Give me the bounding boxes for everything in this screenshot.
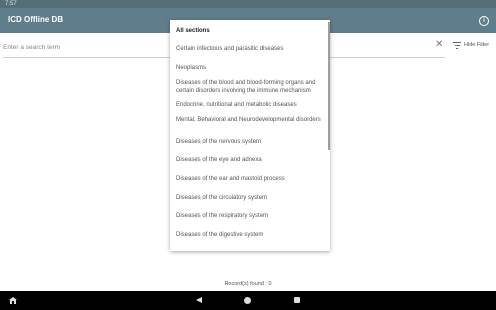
info-icon[interactable]: i xyxy=(479,16,489,26)
dropdown-item[interactable]: Endocrine, nutritional and metabolic dis… xyxy=(176,101,326,109)
clear-icon[interactable]: ✕ xyxy=(435,40,443,50)
app-title: ICD Offline DB xyxy=(8,15,64,24)
dropdown-item[interactable]: Neoplasms xyxy=(176,64,326,72)
home-circle-icon[interactable] xyxy=(244,297,251,304)
dropdown-item[interactable]: Diseases of the eye and adnexa xyxy=(176,156,326,164)
recents-icon[interactable] xyxy=(294,297,300,303)
dropdown-item[interactable]: Certain infectious and parasitic disease… xyxy=(176,45,326,53)
hide-filter-button[interactable]: Hide Filter xyxy=(464,42,489,48)
filter-icon[interactable] xyxy=(453,42,461,49)
status-bar: 7:57 xyxy=(0,0,496,8)
dropdown-scrollbar[interactable] xyxy=(328,22,330,150)
dropdown-item[interactable]: Diseases of the blood and blood-forming … xyxy=(176,79,326,95)
home-icon[interactable] xyxy=(9,297,17,304)
dropdown-item[interactable]: Mental, Behavioral and Neurodevelopmenta… xyxy=(176,116,326,124)
dropdown-item[interactable]: Diseases of the ear and mastoid process xyxy=(176,175,326,183)
navigation-bar xyxy=(0,291,496,310)
records-found-label: Record(s) found : 0 xyxy=(224,281,272,287)
dropdown-item-all-sections[interactable]: All sections xyxy=(176,27,326,35)
dropdown-item[interactable]: Diseases of the respiratory system xyxy=(176,212,326,220)
dropdown-item[interactable]: Diseases of the nervous system xyxy=(176,138,326,146)
status-time: 7:57 xyxy=(5,1,17,7)
back-icon[interactable] xyxy=(196,297,202,303)
section-dropdown-list: All sections Certain infectious and para… xyxy=(170,20,330,251)
dropdown-item[interactable]: Diseases of the circulatory system xyxy=(176,194,326,202)
dropdown-item[interactable]: Diseases of the digestive system xyxy=(176,231,326,239)
